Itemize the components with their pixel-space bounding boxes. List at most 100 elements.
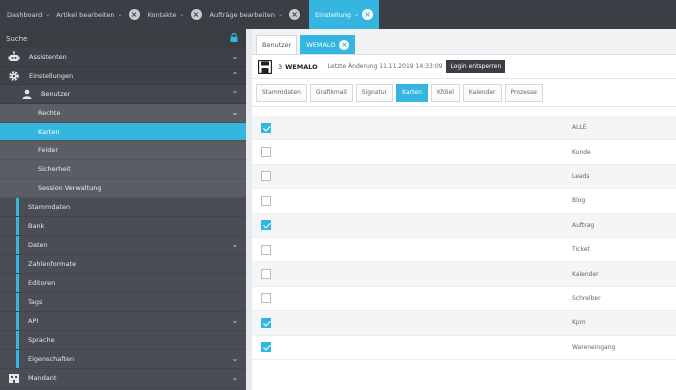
section-indicator [16, 235, 19, 254]
building-icon [9, 373, 19, 383]
sidebar-item-zahlenformate[interactable]: Zahlenformate [0, 254, 246, 274]
card-label: Leads [572, 172, 590, 180]
tab-grafikmail[interactable]: Grafikmail [309, 83, 353, 102]
sidebar-item-benutzer[interactable]: Benutzer ⌃ [0, 85, 246, 105]
chevron-down-icon: ⌄ [231, 373, 239, 382]
tab-artikel-bearbeiten[interactable]: Artikel bearbeiten ⌄ [53, 0, 125, 29]
sidebar-item-label: Mandant [28, 373, 57, 382]
sidebar-item-bank[interactable]: Bank [0, 216, 246, 236]
tab-wemalo[interactable]: WEMALO × [300, 35, 356, 54]
tab-dashboard[interactable]: Dashboard ⌄ [4, 0, 53, 29]
record-tab-bar: Benutzer WEMALO × [252, 29, 676, 55]
sidebar-item-label: Einstellungen [29, 71, 74, 80]
chevron-up-icon: ⌃ [231, 89, 239, 99]
tab-kfdiel[interactable]: Kfdiel [430, 83, 460, 102]
tab-kontakte[interactable]: Kontakte ⌄ [145, 0, 188, 29]
close-icon[interactable]: × [339, 40, 350, 50]
tab-signatur[interactable]: Signatur [355, 83, 394, 102]
card-checkbox[interactable] [261, 220, 271, 231]
tab-label: WEMALO [306, 41, 336, 49]
sidebar-item-felder[interactable]: Felder [0, 141, 246, 161]
card-label: Ticket [572, 246, 590, 254]
tab-label: Dashboard [7, 10, 43, 19]
sidebar-item-tags[interactable]: Tags [0, 292, 246, 312]
sidebar-item-daten[interactable]: Daten ⌄ [0, 235, 246, 255]
card-checkbox[interactable] [261, 195, 271, 206]
sidebar-item-sprache[interactable]: Sprache [0, 330, 246, 350]
top-tab-bar: Dashboard ⌄ Artikel bearbeiten ⌄ × Kontakt… [0, 0, 676, 29]
unlock-login-button[interactable]: Login entsperren [446, 60, 506, 73]
card-checkbox[interactable] [261, 293, 271, 304]
list-item: Kalender [252, 262, 676, 287]
section-indicator [16, 292, 19, 311]
tab-karten[interactable]: Karten [396, 83, 428, 102]
sidebar-item-assistenten[interactable]: Assistenten ⌄ [0, 48, 246, 67]
card-label: Kalender [572, 270, 599, 278]
section-indicator [16, 197, 19, 216]
tab-kalender[interactable]: Kalender [462, 83, 502, 102]
chevron-down-icon[interactable]: ⌄ [45, 11, 50, 18]
list-item: ALLE [252, 116, 676, 141]
sidebar-item-stammdaten[interactable]: Stammdaten [0, 197, 246, 217]
tab-label: Kontakte [147, 10, 177, 19]
list-item: Schreiber [252, 286, 676, 312]
chevron-down-icon: ⌄ [231, 240, 239, 249]
robot-icon [8, 51, 20, 61]
sidebar-item-session-verwaltung[interactable]: Session Verwaltung [0, 178, 246, 198]
tab-stammdaten[interactable]: Stammdaten [256, 83, 307, 102]
sidebar-item-label: Eigenschaften [28, 354, 75, 363]
sidebar-item-label: Assistenten [29, 52, 67, 61]
sidebar-item-label: Sprache [28, 335, 55, 344]
sidebar-item-rechte[interactable]: Rechte ⌄ [0, 104, 246, 123]
sidebar: Suche Assistenten ⌄ Einstellungen ⌃ Benu… [0, 29, 246, 390]
chevron-down-icon: ⌄ [231, 108, 239, 118]
sidebar-item-label: Felder [38, 146, 58, 155]
close-icon[interactable]: × [190, 9, 202, 20]
section-indicator [16, 330, 19, 349]
tab-einstellung[interactable]: Einstellung ⌄ × [309, 0, 380, 29]
card-checkbox[interactable] [261, 342, 271, 353]
card-label: Auftrag [572, 221, 595, 229]
tab-auftraege-bearbeiten[interactable]: Aufträge bearbeiten ⌄ [207, 0, 287, 29]
tab-prozesse[interactable]: Prozesse [504, 83, 543, 102]
sidebar-item-label: API [28, 316, 39, 325]
sidebar-item-einstellungen[interactable]: Einstellungen ⌃ [0, 66, 246, 86]
search-label: Suche [6, 34, 28, 43]
sidebar-item-label: Editoren [28, 278, 56, 287]
card-label: Blog [572, 197, 586, 205]
card-permission-list: ALLE Kunde Leads Blog Auftrag Ticket Kal… [252, 116, 676, 360]
sidebar-item-editoren[interactable]: Editoren [0, 273, 246, 293]
card-checkbox[interactable] [261, 244, 271, 255]
card-checkbox[interactable] [261, 122, 271, 133]
sidebar-item-api[interactable]: API ⌄ [0, 311, 246, 331]
chevron-down-icon[interactable]: ⌄ [354, 11, 359, 18]
card-checkbox[interactable] [261, 147, 271, 158]
chevron-down-icon[interactable]: ⌄ [118, 11, 123, 18]
card-checkbox[interactable] [261, 317, 271, 328]
tab-benutzer[interactable]: Benutzer [256, 35, 298, 54]
sidebar-item-eigenschaften[interactable]: Eigenschaften ⌄ [0, 349, 246, 369]
sidebar-item-sicherheit[interactable]: Sicherheit [0, 160, 246, 179]
close-icon[interactable]: × [289, 9, 301, 20]
chevron-down-icon[interactable]: ⌄ [278, 11, 283, 18]
main-panel: Benutzer WEMALO × 3 WEMALO Letzte Änderun… [252, 29, 676, 390]
tab-label: Aufträge bearbeiten [209, 10, 276, 19]
sidebar-item-karten[interactable]: Karten [0, 122, 246, 142]
card-checkbox[interactable] [261, 269, 271, 280]
section-indicator [16, 254, 19, 273]
close-icon[interactable]: × [128, 9, 140, 20]
list-item: Leads [252, 164, 676, 190]
lock-icon[interactable] [230, 33, 238, 42]
chevron-down-icon: ⌄ [231, 316, 239, 325]
gear-icon [9, 70, 19, 81]
card-checkbox[interactable] [261, 171, 271, 182]
chevron-down-icon[interactable]: ⌄ [179, 11, 184, 18]
section-indicator [16, 216, 19, 235]
card-label: Kunde [572, 148, 591, 156]
last-change-text: Letzte Änderung 11.11.2019 14:33:09 [327, 63, 443, 70]
close-icon[interactable]: × [362, 9, 374, 20]
save-icon[interactable] [258, 59, 272, 74]
section-indicator [16, 311, 19, 330]
sidebar-search[interactable]: Suche [0, 29, 246, 48]
sidebar-item-mandant[interactable]: Mandant ⌄ [0, 368, 246, 388]
